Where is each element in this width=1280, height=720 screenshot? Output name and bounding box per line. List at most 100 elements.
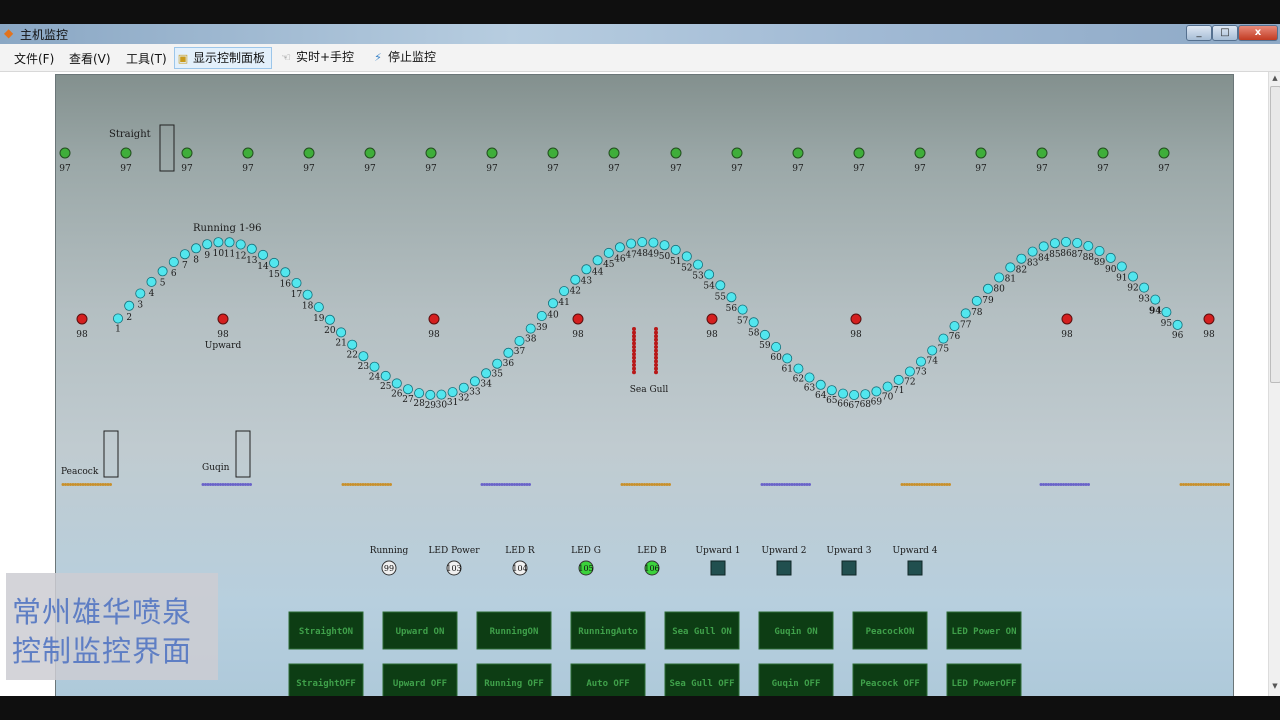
- straight-nozzle[interactable]: [853, 147, 865, 159]
- straight-nozzle[interactable]: [59, 147, 71, 159]
- running-nozzle[interactable]: [213, 237, 224, 248]
- running-nozzle[interactable]: [882, 381, 893, 392]
- ground-nozzle-chain[interactable]: [760, 483, 812, 486]
- running-nozzle[interactable]: [994, 272, 1005, 283]
- running-nozzle[interactable]: [681, 251, 692, 262]
- control-on-button[interactable]: StraightON: [288, 611, 364, 650]
- straight-nozzle[interactable]: [1097, 147, 1109, 159]
- running-nozzle[interactable]: [960, 308, 971, 319]
- running-nozzle[interactable]: [168, 256, 179, 267]
- running-nozzle[interactable]: [1083, 240, 1094, 251]
- running-nozzle[interactable]: [291, 277, 302, 288]
- running-nozzle[interactable]: [425, 389, 436, 400]
- running-nozzle[interactable]: [1072, 237, 1083, 248]
- running-nozzle[interactable]: [938, 333, 949, 344]
- running-nozzle[interactable]: [804, 372, 815, 383]
- running-nozzle[interactable]: [1150, 294, 1161, 305]
- upward-nozzle[interactable]: [1203, 313, 1215, 325]
- running-nozzle[interactable]: [313, 302, 324, 313]
- straight-nozzle[interactable]: [608, 147, 620, 159]
- straight-nozzle[interactable]: [670, 147, 682, 159]
- upward-nozzle[interactable]: [76, 313, 88, 325]
- running-nozzle[interactable]: [916, 356, 927, 367]
- running-nozzle[interactable]: [503, 347, 514, 358]
- running-nozzle[interactable]: [1172, 319, 1183, 330]
- running-nozzle[interactable]: [146, 276, 157, 287]
- running-nozzle[interactable]: [793, 363, 804, 374]
- straight-nozzle[interactable]: [914, 147, 926, 159]
- running-nozzle[interactable]: [113, 313, 124, 324]
- straight-nozzle[interactable]: [364, 147, 376, 159]
- running-nozzle[interactable]: [202, 239, 213, 250]
- straight-nozzle[interactable]: [242, 147, 254, 159]
- running-nozzle[interactable]: [670, 244, 681, 255]
- running-nozzle[interactable]: [458, 382, 469, 393]
- upward-nozzle[interactable]: [850, 313, 862, 325]
- running-nozzle[interactable]: [860, 389, 871, 400]
- running-nozzle[interactable]: [481, 368, 492, 379]
- straight-nozzle[interactable]: [181, 147, 193, 159]
- scroll-thumb[interactable]: [1270, 86, 1280, 383]
- running-nozzle[interactable]: [269, 257, 280, 268]
- straight-nozzle[interactable]: [303, 147, 315, 159]
- minimize-button[interactable]: _: [1186, 25, 1212, 41]
- running-nozzle[interactable]: [581, 264, 592, 275]
- running-nozzle[interactable]: [1016, 253, 1027, 264]
- running-nozzle[interactable]: [224, 237, 235, 248]
- running-nozzle[interactable]: [570, 274, 581, 285]
- upward-nozzle[interactable]: [572, 313, 584, 325]
- ground-nozzle-chain[interactable]: [1039, 483, 1091, 486]
- straight-nozzle[interactable]: [547, 147, 559, 159]
- straight-nozzle[interactable]: [1158, 147, 1170, 159]
- control-off-button[interactable]: LED PowerOFF: [946, 663, 1022, 697]
- control-off-button[interactable]: Running OFF: [476, 663, 552, 697]
- running-nozzle[interactable]: [559, 286, 570, 297]
- running-nozzle[interactable]: [927, 345, 938, 356]
- upward-nozzle[interactable]: [428, 313, 440, 325]
- control-off-button[interactable]: Guqin OFF: [758, 663, 834, 697]
- ground-nozzle-chain[interactable]: [1179, 483, 1231, 486]
- running-nozzle[interactable]: [391, 378, 402, 389]
- running-nozzle[interactable]: [637, 237, 648, 248]
- running-nozzle[interactable]: [302, 289, 313, 300]
- control-off-button[interactable]: Sea Gull OFF: [664, 663, 740, 697]
- ground-nozzle-chain[interactable]: [201, 483, 253, 486]
- control-off-button[interactable]: Auto OFF: [570, 663, 646, 697]
- running-nozzle[interactable]: [648, 237, 659, 248]
- control-on-button[interactable]: LED Power ON: [946, 611, 1022, 650]
- ground-nozzle-chain[interactable]: [620, 483, 672, 486]
- running-nozzle[interactable]: [358, 351, 369, 362]
- running-nozzle[interactable]: [1139, 282, 1150, 293]
- running-nozzle[interactable]: [949, 321, 960, 332]
- running-nozzle[interactable]: [659, 240, 670, 251]
- scroll-down-arrow[interactable]: ▼: [1270, 682, 1280, 690]
- running-nozzle[interactable]: [971, 295, 982, 306]
- running-nozzle[interactable]: [759, 329, 770, 340]
- control-on-button[interactable]: Sea Gull ON: [664, 611, 740, 650]
- straight-nozzle[interactable]: [731, 147, 743, 159]
- running-nozzle[interactable]: [592, 255, 603, 266]
- running-nozzle[interactable]: [536, 310, 547, 321]
- control-on-button[interactable]: RunningON: [476, 611, 552, 650]
- straight-nozzle[interactable]: [792, 147, 804, 159]
- running-nozzle[interactable]: [782, 353, 793, 364]
- straight-nozzle[interactable]: [486, 147, 498, 159]
- stop-monitor-button[interactable]: ⚡ 停止监控: [370, 47, 442, 67]
- ground-nozzle-chain[interactable]: [900, 483, 952, 486]
- running-nozzle[interactable]: [1105, 252, 1116, 263]
- running-nozzle[interactable]: [235, 239, 246, 250]
- running-nozzle[interactable]: [737, 304, 748, 315]
- running-nozzle[interactable]: [347, 339, 358, 350]
- running-nozzle[interactable]: [257, 249, 268, 260]
- running-nozzle[interactable]: [838, 388, 849, 399]
- running-nozzle[interactable]: [904, 366, 915, 377]
- ground-nozzle-chain[interactable]: [61, 483, 113, 486]
- running-nozzle[interactable]: [548, 298, 559, 309]
- vertical-scrollbar[interactable]: ▲ ▼: [1268, 72, 1280, 696]
- running-nozzle[interactable]: [124, 300, 135, 311]
- close-button[interactable]: x: [1238, 25, 1278, 41]
- control-off-button[interactable]: Peacock OFF: [852, 663, 928, 697]
- running-nozzle[interactable]: [436, 389, 447, 400]
- running-nozzle[interactable]: [626, 238, 637, 249]
- straight-nozzle[interactable]: [1036, 147, 1048, 159]
